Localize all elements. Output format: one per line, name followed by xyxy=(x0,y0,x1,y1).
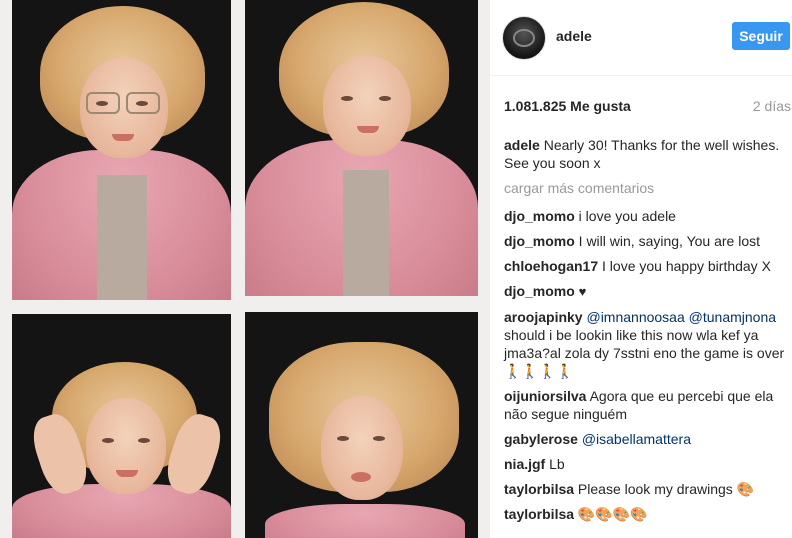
comment-item: taylorbilsa Please look my drawings 🎨 xyxy=(504,480,790,498)
photo-booth-frame-4 xyxy=(245,312,478,538)
follow-button[interactable]: Seguir xyxy=(732,22,790,50)
pink-cardigan xyxy=(265,504,465,538)
comment-username[interactable]: nia.jgf xyxy=(504,456,545,472)
comment-item: taylorbilsa 🎨🎨🎨🎨 xyxy=(504,505,790,523)
comment-item: chloehogan17 I love you happy birthday X xyxy=(504,257,790,275)
comment-username[interactable]: gabylerose xyxy=(504,431,578,447)
comment-username[interactable]: adele xyxy=(504,137,540,153)
eye xyxy=(341,96,353,101)
eye xyxy=(379,96,391,101)
comment-username[interactable]: oijuniorsilva xyxy=(504,388,586,404)
comment-username[interactable]: chloehogan17 xyxy=(504,258,598,274)
comment-mention[interactable]: @tunamjnona xyxy=(689,309,776,325)
mouth xyxy=(357,126,379,133)
comment-username[interactable]: djo_momo xyxy=(504,283,575,299)
eye xyxy=(138,438,150,443)
comment-text: i love you adele xyxy=(578,208,676,224)
eye xyxy=(96,101,108,106)
eye xyxy=(373,436,385,441)
comment-item: gabylerose @isabellamattera xyxy=(504,430,790,448)
comment-text: I will win, saying, You are lost xyxy=(578,233,760,249)
photo-booth-frame-3 xyxy=(12,314,231,538)
comment-item: djo_momo I will win, saying, You are los… xyxy=(504,232,790,250)
photo-booth-frame-2 xyxy=(245,0,478,296)
post-photo[interactable] xyxy=(0,0,490,538)
photo-strip-sheet xyxy=(0,0,490,538)
comment-text: Lb xyxy=(549,456,565,472)
comment-username[interactable]: taylorbilsa xyxy=(504,481,574,497)
comment-item: djo_momo i love you adele xyxy=(504,207,790,225)
comment-mention[interactable]: @isabellamattera xyxy=(582,431,691,447)
caption-text: Nearly 30! Thanks for the well wishes. S… xyxy=(504,137,780,171)
comment-username[interactable]: aroojapinky xyxy=(504,309,583,325)
mouth xyxy=(112,134,134,141)
comment-text: 🎨🎨🎨🎨 xyxy=(577,506,648,522)
photo-booth-frame-1 xyxy=(12,0,231,300)
post-timestamp[interactable]: 2 días xyxy=(753,98,791,114)
grey-shirt xyxy=(343,170,389,296)
comment-username[interactable]: djo_momo xyxy=(504,233,575,249)
comment-item: djo_momo ♥ xyxy=(504,282,790,301)
face xyxy=(323,56,411,156)
eye xyxy=(136,101,148,106)
comments-list: adele Nearly 30! Thanks for the well wis… xyxy=(504,136,790,530)
eye xyxy=(337,436,349,441)
profile-avatar[interactable] xyxy=(502,16,546,60)
comment-item: oijuniorsilva Agora que eu percebi que e… xyxy=(504,387,790,423)
comment-item: aroojapinky @imnannoosaa @tunamjnona sho… xyxy=(504,308,790,380)
caption: adele Nearly 30! Thanks for the well wis… xyxy=(504,136,790,172)
comment-mention[interactable]: @imnannoosaa xyxy=(586,309,684,325)
mouth xyxy=(116,470,138,477)
avatar-logo-icon xyxy=(513,29,535,47)
post-header: adele Seguir xyxy=(490,0,792,76)
comment-text: Please look my drawings 🎨 xyxy=(577,481,755,497)
likes-count[interactable]: 1.081.825 Me gusta xyxy=(504,98,631,114)
heart-icon: ♥ xyxy=(578,284,587,299)
post-side-panel: adele Seguir 1.081.825 Me gusta 2 días a… xyxy=(490,0,792,538)
comment-username[interactable]: taylorbilsa xyxy=(504,506,574,522)
mouth xyxy=(351,472,371,482)
grey-shirt xyxy=(97,175,147,300)
comment-item: nia.jgf Lb xyxy=(504,455,790,473)
comment-text: I love you happy birthday X xyxy=(602,258,771,274)
profile-username[interactable]: adele xyxy=(556,28,592,44)
face xyxy=(86,398,166,494)
load-more-comments-link[interactable]: cargar más comentarios xyxy=(504,179,790,197)
comment-username[interactable]: djo_momo xyxy=(504,208,575,224)
comment-text: should i be lookin like this now wla kef… xyxy=(504,327,785,379)
face xyxy=(321,396,403,500)
eye xyxy=(102,438,114,443)
